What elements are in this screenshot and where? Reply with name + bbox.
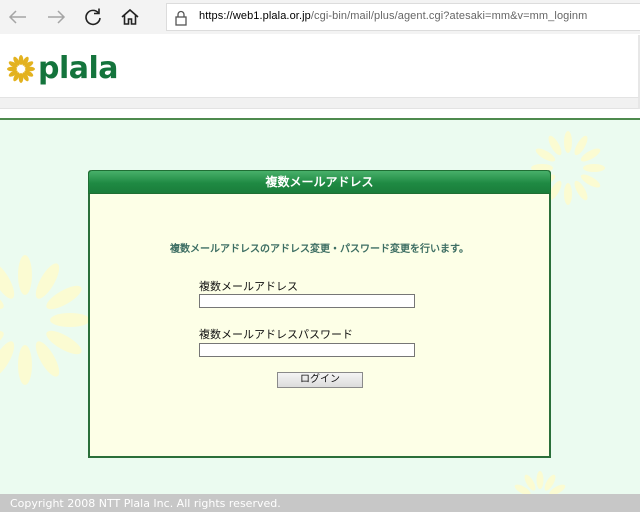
url-host: https://web1.plala.or.jp	[199, 10, 311, 22]
header-nav-strip	[0, 97, 640, 109]
plala-logo[interactable]: plala	[6, 51, 119, 86]
address-bar[interactable]: https://web1.plala.or.jp/cgi-bin/mail/pl…	[166, 3, 640, 31]
browser-toolbar: https://web1.plala.or.jp/cgi-bin/mail/pl…	[0, 0, 640, 34]
lock-icon	[175, 10, 187, 26]
forward-arrow-icon	[48, 10, 66, 24]
login-panel: 複数メールアドレス 複数メールアドレスのアドレス変更・パスワード変更を行います。…	[88, 170, 551, 458]
footer-copyright: Copyright 2008 NTT Plala Inc. All rights…	[0, 494, 640, 512]
home-icon	[121, 8, 139, 25]
password-input[interactable]	[199, 343, 415, 357]
background-sunburst-decoration	[0, 255, 90, 385]
login-button[interactable]: ログイン	[277, 372, 363, 388]
site-header: plala	[0, 35, 640, 97]
panel-lead-text: 複数メールアドレスのアドレス変更・パスワード変更を行います。	[170, 244, 469, 255]
home-button[interactable]	[118, 5, 142, 29]
url-path: /cgi-bin/mail/plus/agent.cgi?atesaki=mm&…	[310, 10, 588, 22]
refresh-icon	[85, 8, 101, 26]
plala-logo-flower-icon	[7, 55, 35, 83]
background-sunburst-decoration	[514, 471, 566, 496]
back-button[interactable]	[6, 5, 30, 29]
back-arrow-icon	[8, 10, 26, 24]
refresh-button[interactable]	[81, 5, 105, 29]
address-input[interactable]	[199, 294, 415, 308]
address-label: 複数メールアドレス	[199, 280, 298, 293]
forward-button[interactable]	[44, 5, 68, 29]
panel-title: 複数メールアドレス	[88, 170, 551, 194]
logo-text: plala	[38, 51, 119, 86]
password-label: 複数メールアドレスパスワード	[199, 328, 353, 341]
url-text: https://web1.plala.or.jp/cgi-bin/mail/pl…	[199, 10, 587, 22]
